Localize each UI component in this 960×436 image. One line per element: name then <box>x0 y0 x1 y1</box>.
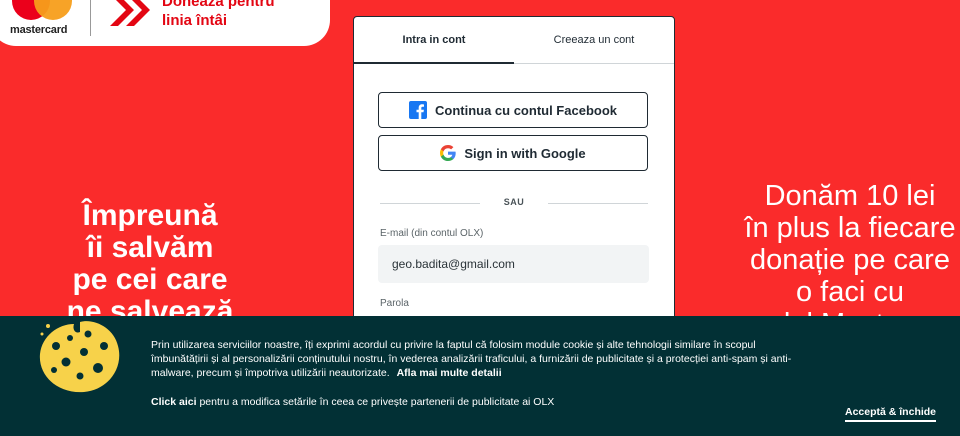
facebook-login-label: Continua cu contul Facebook <box>434 102 617 118</box>
cookie-banner: Prin utilizarea serviciilor noastre, îți… <box>0 316 960 436</box>
facebook-login-button[interactable]: Continua cu contul Facebook <box>378 92 648 128</box>
cookie-details-link[interactable]: Afla mai multe detalii <box>397 367 502 379</box>
password-label: Parola <box>380 298 409 309</box>
login-panel: Intra in cont Creeaza un cont Continua c… <box>353 16 675 336</box>
mastercard-label: mastercard <box>10 24 68 36</box>
cookie-icon <box>39 321 120 393</box>
right-slogan-line: o faci cu <box>796 276 904 308</box>
right-slogan-line: Donăm 10 lei <box>764 180 936 212</box>
google-login-button[interactable]: Sign in with Google <box>378 135 648 171</box>
left-slogan-line: îi salvăm <box>86 231 214 264</box>
or-separator: SAU <box>380 197 648 207</box>
tab-register[interactable]: Creeaza un cont <box>514 17 674 63</box>
email-field[interactable]: geo.badita@gmail.com <box>378 245 649 283</box>
email-field-value: geo.badita@gmail.com <box>392 257 515 271</box>
cookie-message: Prin utilizarea serviciilor noastre, îți… <box>151 338 811 380</box>
left-slogan-line: pe cei care <box>72 263 228 296</box>
campaign-title-line2: linia întâi <box>162 12 228 29</box>
campaign-title: Donează pentru linia întâi <box>162 0 275 30</box>
right-slogan-line: donație pe care <box>750 244 950 276</box>
campaign-arrows-icon <box>110 0 150 26</box>
logo-divider <box>90 0 91 36</box>
brand-logo-card: mastercard Donează pentru linia întâi <box>0 0 330 46</box>
cookie-settings-line: Click aici pentru a modifica setările în… <box>151 396 554 408</box>
cookie-settings-text: pentru a modifica setările în ceea ce pr… <box>196 396 555 408</box>
google-login-label: Sign in with Google <box>464 145 586 161</box>
tab-login[interactable]: Intra in cont <box>354 17 514 64</box>
google-icon <box>440 145 457 161</box>
left-slogan-line: Împreună <box>82 199 218 232</box>
right-slogan-line: în plus la fiecare <box>744 212 956 244</box>
email-label: E-mail (din contul OLX) <box>380 228 484 239</box>
left-slogan: Împreună îi salvăm pe cei care ne salvea… <box>40 200 260 328</box>
accept-close-button[interactable]: Acceptă & închide <box>845 406 937 422</box>
campaign-title-line1: Donează pentru <box>162 0 275 10</box>
cookie-settings-link[interactable]: Click aici <box>151 396 197 408</box>
login-tabs: Intra in cont Creeaza un cont <box>354 17 674 64</box>
mastercard-logo <box>12 0 76 22</box>
separator-label: SAU <box>503 197 525 207</box>
facebook-icon <box>408 101 427 119</box>
